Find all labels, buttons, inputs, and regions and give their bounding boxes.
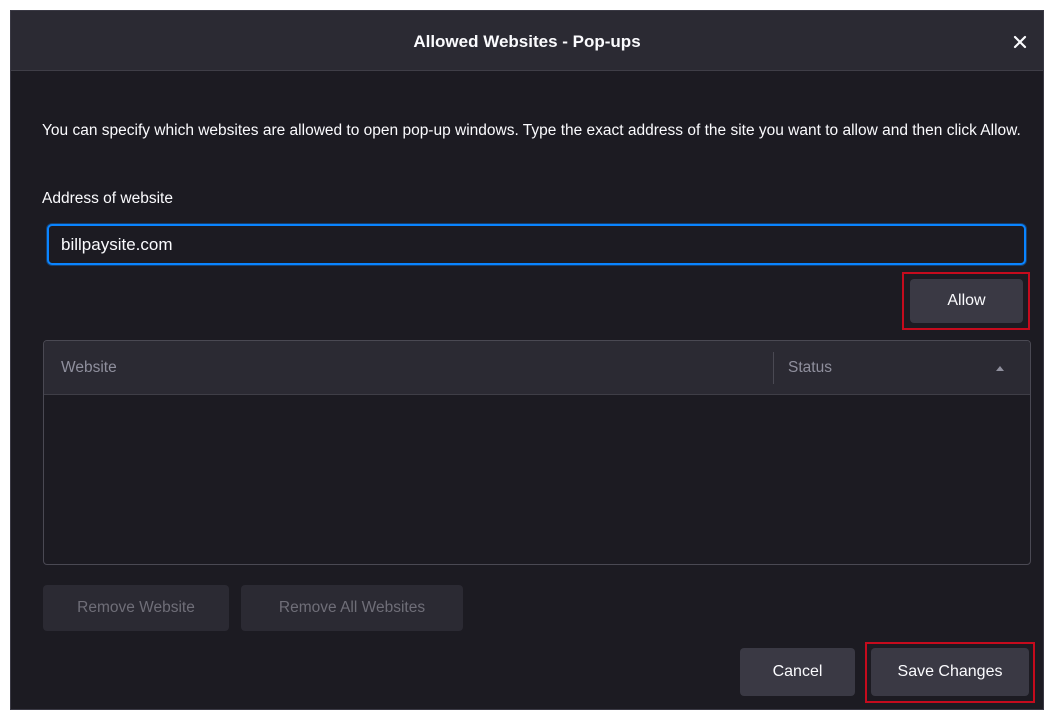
address-field-label: Address of website [42,190,173,207]
cancel-label: Cancel [772,663,823,680]
sort-ascending-icon [996,366,1004,371]
remove-all-websites-button[interactable]: Remove All Websites [241,585,463,631]
remove-website-label: Remove Website [77,599,195,616]
remove-website-button[interactable]: Remove Website [43,585,229,631]
dialog-titlebar: Allowed Websites - Pop-ups [11,11,1043,71]
remove-all-label: Remove All Websites [278,599,426,616]
save-changes-button[interactable]: Save Changes [871,648,1029,696]
table-header: Website Status [44,341,1030,395]
column-header-website[interactable]: Website [61,341,117,395]
popup-permissions-dialog: Allowed Websites - Pop-ups You can speci… [10,10,1044,710]
address-input[interactable] [47,224,1026,265]
cancel-button[interactable]: Cancel [740,648,855,696]
close-icon [1013,35,1027,49]
save-changes-label: Save Changes [897,663,1003,680]
column-divider[interactable] [773,352,774,384]
allow-button[interactable]: Allow [910,279,1023,323]
allow-button-label: Allow [947,292,986,309]
close-button[interactable] [1007,29,1033,55]
websites-table: Website Status [43,340,1031,565]
dialog-description: You can specify which websites are allow… [42,122,1021,139]
dialog-title: Allowed Websites - Pop-ups [413,32,641,51]
table-body [44,395,1030,564]
column-header-status[interactable]: Status [788,341,832,395]
